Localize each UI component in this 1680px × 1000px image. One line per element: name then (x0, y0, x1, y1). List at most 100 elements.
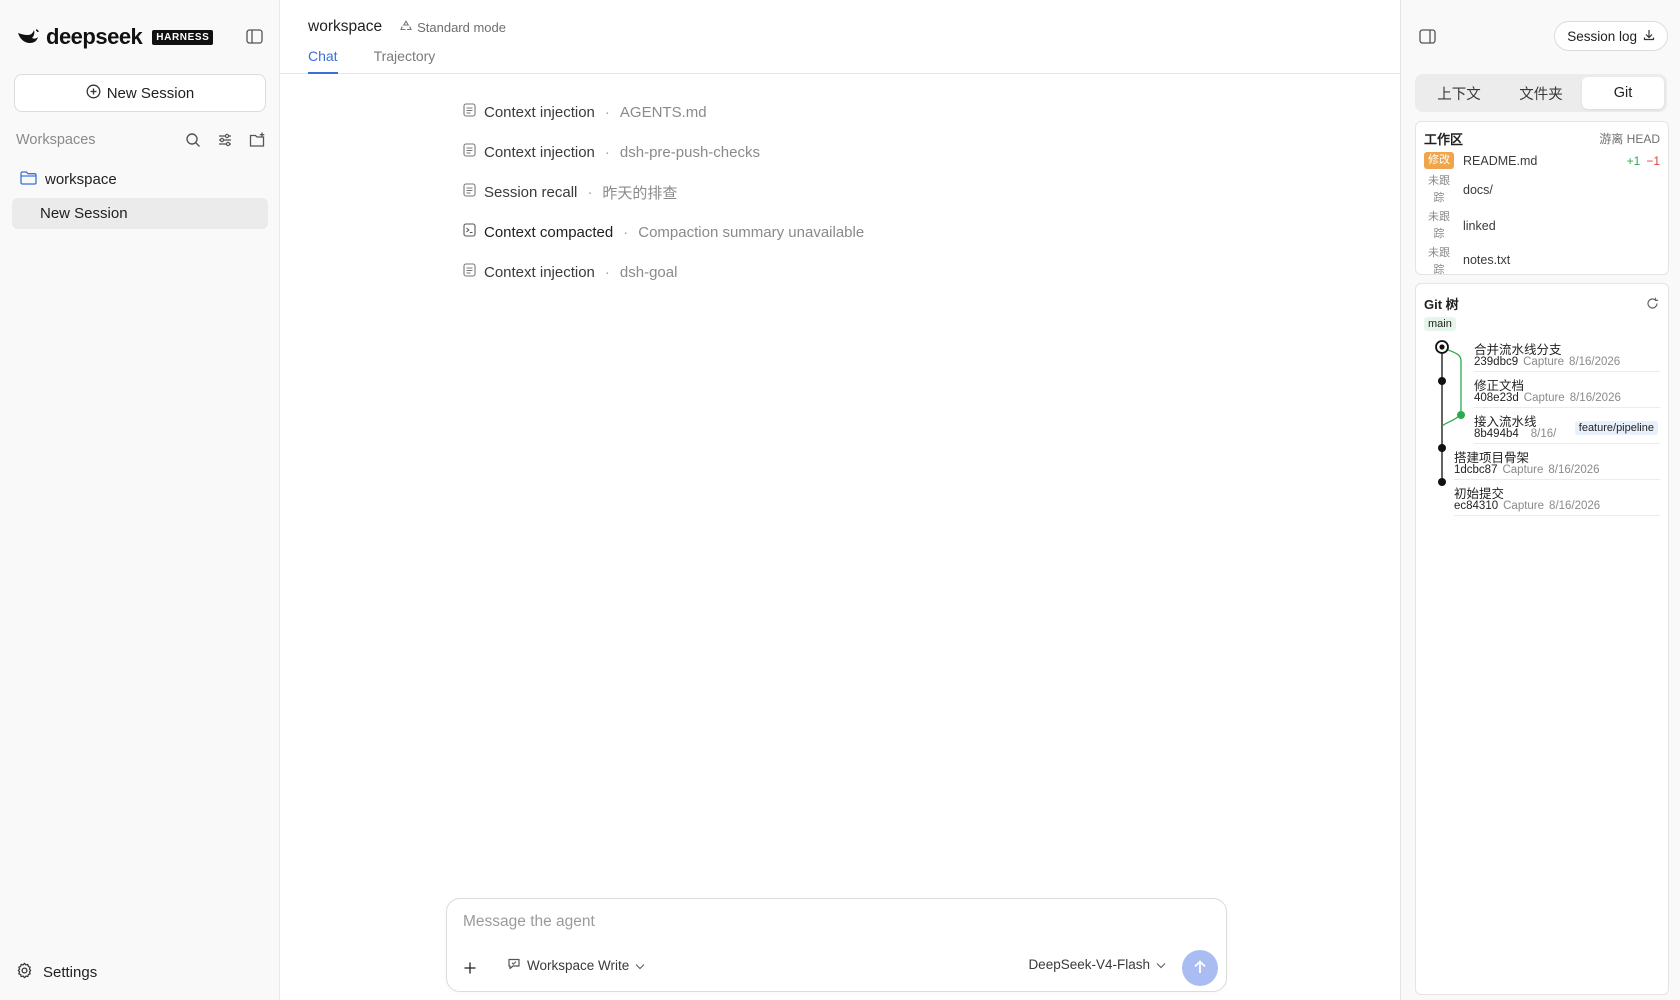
untracked-badge: 未跟踪 (1428, 175, 1450, 204)
separator-dot: · (604, 103, 610, 121)
commit-date: 8/16/2026 (1548, 464, 1600, 476)
commit-hash: 408e23d (1474, 392, 1519, 404)
terminal-icon (463, 223, 476, 241)
commit-row[interactable]: 初始提交 ec84310 Capture 8/16/2026 (1454, 480, 1660, 516)
worktree-file-row[interactable]: 修改 README.md +1 −1 (1424, 152, 1660, 169)
session-item-new-session[interactable]: New Session (12, 198, 268, 229)
event-title: Context compacted (484, 223, 614, 241)
new-session-button[interactable]: New Session (14, 74, 266, 112)
event-item[interactable]: Context injection · dsh-goal (463, 252, 864, 292)
commit-row[interactable]: 接入流水线 8b494b4 8/16/ feature/pipeline (1474, 408, 1660, 444)
event-title: Context injection (484, 103, 595, 121)
message-input[interactable] (463, 913, 1203, 931)
separator-dot: · (604, 263, 610, 281)
commit-row[interactable]: 搭建项目骨架 1dcbc87 Capture 8/16/2026 (1454, 444, 1660, 480)
search-icon[interactable] (184, 131, 202, 149)
send-button[interactable] (1182, 950, 1218, 986)
download-icon (1643, 29, 1655, 44)
gear-icon (16, 962, 33, 983)
permission-select[interactable]: Workspace Write (507, 957, 645, 974)
plus-circle-icon (86, 84, 101, 103)
new-session-label: New Session (106, 84, 195, 102)
lines-removed: −1 (1646, 153, 1660, 168)
lines-added: +1 (1626, 153, 1641, 168)
document-icon (463, 183, 476, 201)
event-detail: AGENTS.md (619, 103, 707, 121)
git-tree-card: Git 树 main 合并流水线分支 239dbc9 Capture 8/16/20… (1415, 283, 1669, 995)
mode-indicator[interactable]: Standard mode (400, 20, 506, 35)
sidebar-toggle-icon[interactable] (244, 26, 264, 46)
worktree-file-row[interactable]: 未跟踪 docs/ (1424, 173, 1660, 207)
workspaces-header: Workspaces (16, 130, 266, 150)
document-icon (463, 263, 476, 281)
session-log-label: Session log (1567, 28, 1637, 44)
separator-dot: · (587, 183, 593, 201)
shield-chat-icon (507, 957, 521, 974)
chevron-down-icon (1156, 957, 1166, 972)
model-select[interactable]: DeepSeek-V4-Flash (1028, 957, 1166, 972)
commit-author: Capture (1523, 356, 1565, 368)
commit-row[interactable]: 修正文档 408e23d Capture 8/16/2026 (1474, 372, 1660, 408)
refresh-icon[interactable] (1644, 296, 1660, 312)
worktree-file-row[interactable]: 未跟踪 linked (1424, 209, 1660, 243)
commit-meta: 1dcbc87 Capture 8/16/2026 (1454, 464, 1600, 476)
untracked-badge: 未跟踪 (1428, 247, 1450, 275)
event-detail: Compaction summary unavailable (638, 223, 865, 241)
event-detail: dsh-goal (619, 263, 678, 281)
event-item[interactable]: Context compacted · Compaction summary u… (463, 212, 864, 252)
commit-author: Capture (1523, 392, 1565, 404)
recycle-icon (400, 19, 412, 35)
worktree-file-row[interactable]: 未跟踪 notes.txt (1424, 245, 1660, 275)
tab-chat[interactable]: Chat (308, 48, 338, 74)
modified-badge: 修改 (1424, 152, 1454, 169)
worktree-card: 工作区 游离 HEAD 修改 README.md +1 −1 未跟踪 docs/… (1415, 121, 1669, 275)
model-label: DeepSeek-V4-Flash (1028, 957, 1150, 972)
main-panel: workspace Standard mode Chat Trajectory … (280, 0, 1400, 1000)
branch-tag-main: main (1424, 317, 1456, 331)
arrow-up-icon (1192, 959, 1208, 978)
commit-meta: ec84310 Capture 8/16/2026 (1454, 500, 1600, 512)
commit-date: 8/16/2026 (1569, 356, 1621, 368)
attach-plus-icon[interactable] (457, 955, 483, 981)
branch-ref-tag: feature/pipeline (1574, 421, 1658, 435)
brand-name: deepseek (46, 24, 143, 49)
workspace-title: workspace (308, 18, 383, 35)
event-detail: 昨天的排查 (602, 184, 678, 202)
commit-meta: 239dbc9 Capture 8/16/2026 (1474, 356, 1620, 368)
commit-row[interactable]: 合并流水线分支 239dbc9 Capture 8/16/2026 (1474, 336, 1660, 372)
panel-toggle-icon[interactable] (1417, 26, 1437, 46)
event-item[interactable]: Context injection · AGENTS.md (463, 92, 864, 132)
tab-git[interactable]: Git (1582, 77, 1664, 109)
deepseek-whale-icon (16, 25, 40, 49)
event-detail: dsh-pre-push-checks (619, 143, 760, 161)
tab-files[interactable]: 文件夹 (1500, 77, 1582, 109)
event-title: Context injection (484, 143, 595, 161)
workspace-folder-item[interactable]: workspace (12, 166, 268, 192)
workspaces-label: Workspaces (16, 132, 96, 148)
right-panel: Session log 上下文 文件夹 Git 工作区 游离 HEAD 修改 R… (1400, 0, 1680, 1000)
tab-trajectory[interactable]: Trajectory (374, 48, 436, 74)
tab-context[interactable]: 上下文 (1418, 77, 1500, 109)
file-name: docs/ (1463, 183, 1493, 197)
permission-label: Workspace Write (527, 958, 630, 973)
document-icon (463, 143, 476, 161)
filter-sliders-icon[interactable] (216, 131, 234, 149)
new-folder-icon[interactable] (248, 131, 266, 149)
event-item[interactable]: Session recall · 昨天的排查 (463, 172, 864, 212)
separator-dot: · (623, 223, 629, 241)
folder-icon (20, 170, 37, 188)
settings-label: Settings (43, 964, 98, 981)
event-item[interactable]: Context injection · dsh-pre-push-checks (463, 132, 864, 172)
document-icon (463, 103, 476, 121)
settings-button[interactable]: Settings (16, 962, 97, 983)
commit-hash: 239dbc9 (1474, 356, 1519, 368)
file-name: notes.txt (1463, 253, 1511, 267)
commit-meta: 408e23d Capture 8/16/2026 (1474, 392, 1621, 404)
session-log-button[interactable]: Session log (1554, 21, 1668, 51)
event-title: Context injection (484, 263, 595, 281)
commit-author: Capture (1503, 500, 1545, 512)
file-name: linked (1463, 219, 1496, 233)
commit-date: 8/16/2026 (1549, 500, 1601, 512)
commit-hash: 8b494b4 (1474, 428, 1519, 440)
commit-meta: 8b494b4 8/16/ (1474, 428, 1556, 440)
